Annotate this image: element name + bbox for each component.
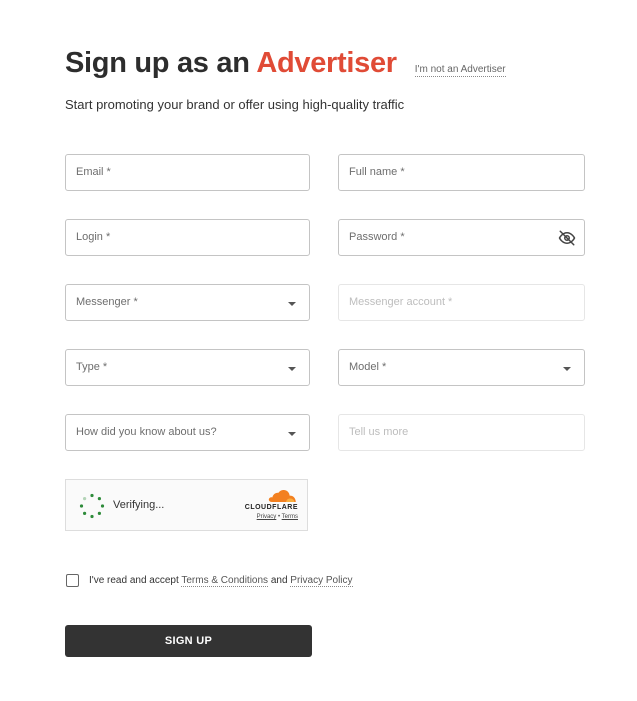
agreement-text: I've read and accept Terms & Conditions …: [89, 575, 353, 587]
email-placeholder: Email *: [76, 166, 111, 178]
password-placeholder: Password *: [349, 231, 405, 243]
chevron-down-icon: [288, 367, 296, 371]
how-know-select[interactable]: How did you know about us?: [65, 414, 310, 451]
model-select[interactable]: Model *: [338, 349, 585, 386]
tell-more-placeholder: Tell us more: [349, 426, 409, 438]
how-know-placeholder: How did you know about us?: [76, 426, 217, 438]
eye-slash-icon[interactable]: [558, 229, 576, 247]
cloudflare-terms-link[interactable]: Terms: [282, 514, 298, 520]
cloudflare-links: Privacy • Terms: [236, 514, 298, 520]
type-select[interactable]: Type *: [65, 349, 310, 386]
privacy-policy-link[interactable]: Privacy Policy: [290, 575, 353, 587]
agreement-prefix: I've read and accept: [89, 575, 182, 586]
captcha-widget[interactable]: Verifying... CLOUDFLARE Privacy • Terms: [65, 479, 308, 531]
messenger-select[interactable]: Messenger *: [65, 284, 310, 321]
chevron-down-icon: [563, 367, 571, 371]
type-placeholder: Type *: [76, 361, 108, 373]
login-field[interactable]: Login *: [65, 219, 310, 256]
agreement-row: I've read and accept Terms & Conditions …: [66, 574, 353, 587]
title-row: Sign up as an Advertiser I'm not an Adve…: [65, 47, 506, 80]
password-field[interactable]: Password *: [338, 219, 585, 256]
page-title: Sign up as an Advertiser: [65, 47, 397, 80]
messenger-placeholder: Messenger *: [76, 296, 138, 308]
email-field[interactable]: Email *: [65, 154, 310, 191]
title-prefix: Sign up as an: [65, 47, 257, 79]
captcha-status: Verifying...: [113, 499, 165, 511]
agreement-conjunction: and: [268, 575, 291, 586]
model-placeholder: Model *: [349, 361, 387, 373]
full-name-field[interactable]: Full name *: [338, 154, 585, 191]
cloudflare-logo-icon: [266, 488, 298, 504]
cloudflare-link-separator: •: [277, 514, 281, 520]
chevron-down-icon: [288, 302, 296, 306]
not-advertiser-link[interactable]: I'm not an Advertiser: [414, 64, 506, 77]
messenger-account-placeholder: Messenger account *: [349, 296, 453, 308]
page-subtitle: Start promoting your brand or offer usin…: [65, 97, 405, 112]
terms-link[interactable]: Terms & Conditions: [181, 575, 269, 587]
agree-checkbox[interactable]: [66, 574, 79, 587]
login-placeholder: Login *: [76, 231, 111, 243]
title-accent: Advertiser: [256, 47, 397, 79]
cloudflare-privacy-link[interactable]: Privacy: [257, 514, 277, 520]
messenger-account-field: Messenger account *: [338, 284, 585, 321]
spinner-icon: [79, 493, 105, 519]
full-name-placeholder: Full name *: [349, 166, 405, 178]
tell-more-field: Tell us more: [338, 414, 585, 451]
chevron-down-icon: [288, 432, 296, 436]
cloudflare-brand: CLOUDFLARE: [244, 504, 298, 511]
sign-up-button[interactable]: SIGN UP: [65, 625, 312, 657]
